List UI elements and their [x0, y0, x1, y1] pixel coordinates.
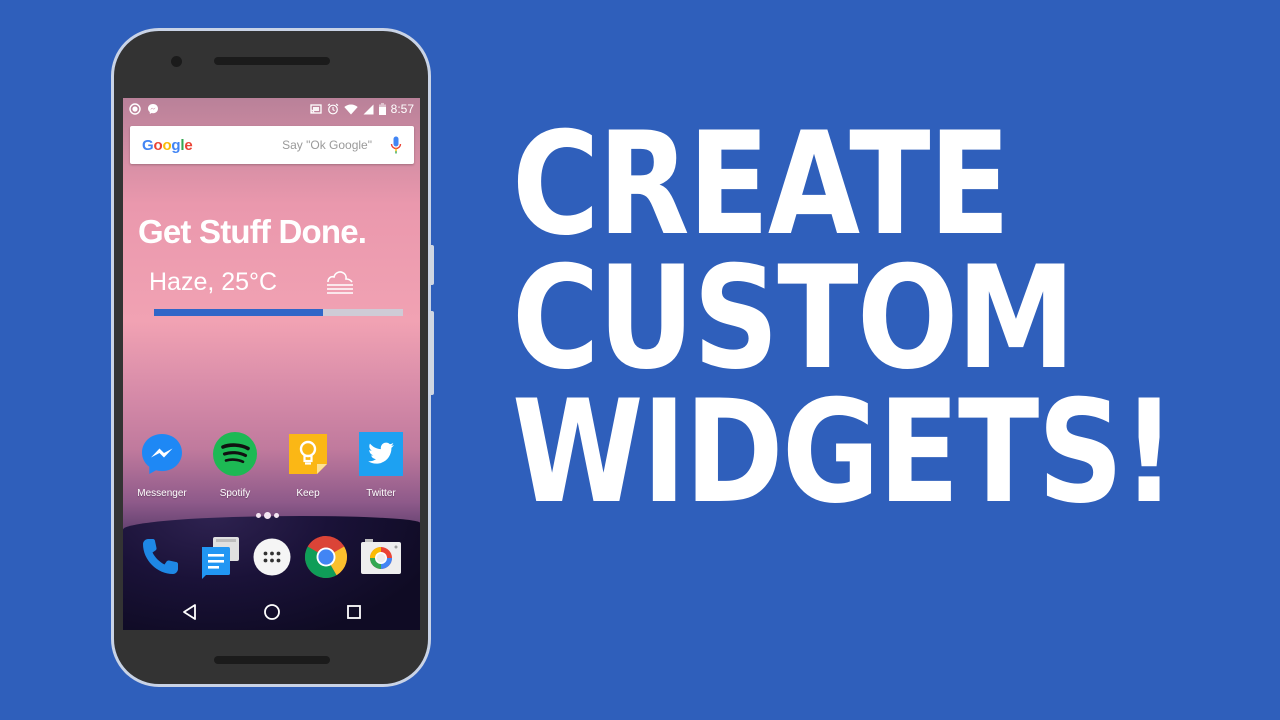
home-icon[interactable] — [262, 602, 282, 622]
record-icon — [129, 103, 141, 115]
messenger-icon — [142, 434, 182, 474]
app-keep[interactable]: Keep — [278, 432, 338, 499]
camera-app[interactable] — [359, 535, 403, 579]
navigation-bar — [123, 594, 420, 630]
headline: CREATE CUSTOM WIDGETS! — [512, 102, 1176, 535]
app-drawer-icon — [253, 538, 291, 576]
logo-letter: G — [142, 136, 154, 154]
front-camera — [171, 56, 182, 67]
haze-icon — [327, 271, 353, 294]
widget-progress-fill — [154, 309, 324, 316]
wifi-icon — [343, 104, 358, 114]
widget-title: Get Stuff Done. — [138, 213, 367, 250]
phone-icon[interactable] — [138, 535, 182, 579]
chrome-app[interactable] — [304, 535, 348, 579]
page-dot[interactable] — [274, 513, 279, 518]
logo-letter: e — [184, 136, 193, 154]
back-icon[interactable] — [180, 602, 200, 622]
app-label: Twitter — [366, 488, 396, 499]
app-label: Spotify — [219, 488, 251, 499]
keep-icon — [289, 434, 327, 474]
volume-button[interactable] — [429, 311, 434, 395]
recents-icon[interactable] — [344, 602, 364, 622]
messenger-notification-icon — [148, 104, 158, 114]
phone-screen: 8:57 Google Say "Ok Google" Get Stuff Do… — [123, 98, 420, 630]
alarm-icon — [327, 103, 339, 115]
mic-icon[interactable] — [390, 136, 402, 154]
camera-icon — [361, 539, 401, 574]
app-label: Keep — [296, 488, 320, 499]
status-time: 8:57 — [390, 102, 414, 116]
battery-icon — [378, 103, 386, 115]
spotify-icon — [213, 432, 257, 476]
twitter-icon — [359, 432, 403, 476]
app-messenger[interactable]: Messenger — [132, 432, 192, 499]
widget-progress-bar — [154, 309, 403, 316]
bottom-speaker — [214, 656, 330, 664]
search-placeholder: Say "Ok Google" — [282, 138, 372, 152]
google-logo: Google — [142, 137, 193, 154]
messages-app[interactable] — [198, 535, 242, 579]
app-spotify[interactable]: Spotify — [205, 432, 265, 499]
chrome-icon — [304, 536, 348, 579]
headline-line: WIDGETS! — [512, 370, 1176, 535]
signal-icon — [363, 104, 374, 114]
app-drawer-button[interactable] — [250, 535, 294, 579]
power-button[interactable] — [429, 245, 434, 285]
cast-icon — [309, 103, 322, 114]
earpiece-speaker — [214, 57, 330, 65]
status-bar: 8:57 — [123, 98, 420, 120]
headline-line: CREATE — [512, 102, 1010, 267]
app-twitter[interactable]: Twitter — [351, 432, 411, 499]
page-dot-active[interactable] — [264, 512, 271, 519]
page-indicator — [256, 512, 279, 519]
headline-line: CUSTOM — [512, 236, 1075, 401]
page-dot[interactable] — [256, 513, 261, 518]
messages-icon — [202, 537, 239, 579]
weather-text: Haze, 25°C — [149, 268, 278, 296]
google-search-bar[interactable]: Google Say "Ok Google" — [130, 126, 414, 164]
app-label: Messenger — [137, 488, 187, 499]
